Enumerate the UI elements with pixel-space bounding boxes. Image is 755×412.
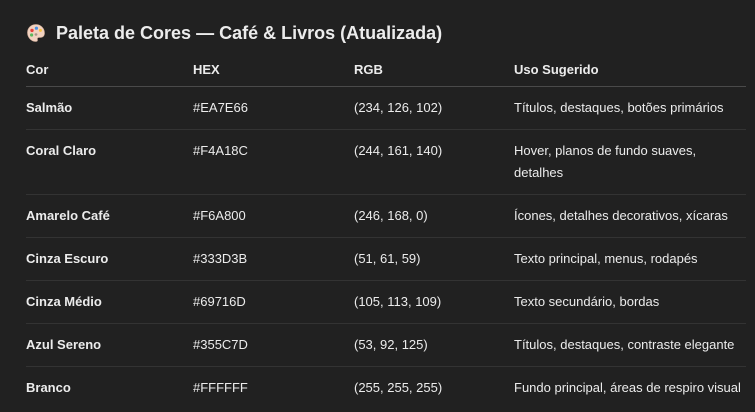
usage-cell: Texto principal, menus, rodapés — [514, 237, 746, 281]
artist-palette-icon — [26, 23, 46, 43]
color-name-cell: Coral Claro — [26, 129, 193, 195]
hex-cell: #F6A800 — [193, 194, 354, 238]
usage-cell: Hover, planos de fundo suaves, detalhes — [514, 129, 746, 195]
color-name-cell: Cinza Médio — [26, 280, 193, 324]
hex-cell: #FFFFFF — [193, 380, 248, 395]
table-row: Coral Claro #F4A18C (244, 161, 140) Hover, … — [26, 129, 746, 195]
header-hex: HEX — [193, 52, 354, 87]
color-name-cell: Azul Sereno — [26, 323, 193, 367]
usage-cell: Fundo principal, áreas de respiro visual — [514, 380, 741, 395]
table-row: Cinza Escuro #333D3B (51, 61, 59) Texto pri… — [26, 237, 746, 281]
color-name-cell: Amarelo Café — [26, 194, 193, 238]
usage-cell: Títulos, destaques, contraste elegante — [514, 323, 746, 367]
hex-cell: #F4A18C — [193, 129, 354, 195]
table-row: Branco #FFFFFF (255, 255, 255) Fundo princi… — [26, 367, 746, 410]
table-row: Cinza Médio #69716D (105, 113, 109) Texto s… — [26, 280, 746, 324]
rgb-cell: (246, 168, 0) — [354, 194, 514, 238]
color-name-cell: Salmão — [26, 86, 193, 130]
hex-cell: #EA7E66 — [193, 86, 354, 130]
page-title: Paleta de Cores — Café & Livros (Atualiz… — [26, 20, 442, 46]
color-name-cell: Cinza Escuro — [26, 237, 193, 281]
usage-cell: Texto secundário, bordas — [514, 280, 746, 324]
rgb-cell: (244, 161, 140) — [354, 129, 514, 195]
color-name-cell: Branco — [26, 380, 71, 395]
hex-cell: #333D3B — [193, 237, 354, 281]
header-usage: Uso Sugerido — [514, 52, 746, 87]
rgb-cell: (51, 61, 59) — [354, 237, 514, 281]
color-palette-table: Cor HEX RGB Uso Sugerido Salmão #EA7E66 (2… — [26, 52, 746, 409]
header-rgb: RGB — [354, 52, 514, 87]
table-row: Salmão #EA7E66 (234, 126, 102) Títulos, des… — [26, 86, 746, 130]
header-color: Cor — [26, 52, 193, 87]
usage-cell: Títulos, destaques, botões primários — [514, 86, 746, 130]
usage-cell: Ícones, detalhes decorativos, xícaras — [514, 194, 746, 238]
page-title-text: Paleta de Cores — Café & Livros (Atualiz… — [56, 22, 443, 43]
rgb-cell: (105, 113, 109) — [354, 280, 514, 324]
rgb-cell: (255, 255, 255) — [354, 380, 443, 395]
hex-cell: #355C7D — [193, 323, 354, 367]
rgb-cell: (53, 92, 125) — [354, 323, 514, 367]
table-header-row: Cor HEX RGB Uso Sugerido — [26, 52, 746, 87]
table-row: Azul Sereno #355C7D (53, 92, 125) Títulos, … — [26, 323, 746, 367]
table-row: Amarelo Café #F6A800 (246, 168, 0) Ícones, … — [26, 194, 746, 238]
rgb-cell: (234, 126, 102) — [354, 86, 514, 130]
hex-cell: #69716D — [193, 280, 354, 324]
